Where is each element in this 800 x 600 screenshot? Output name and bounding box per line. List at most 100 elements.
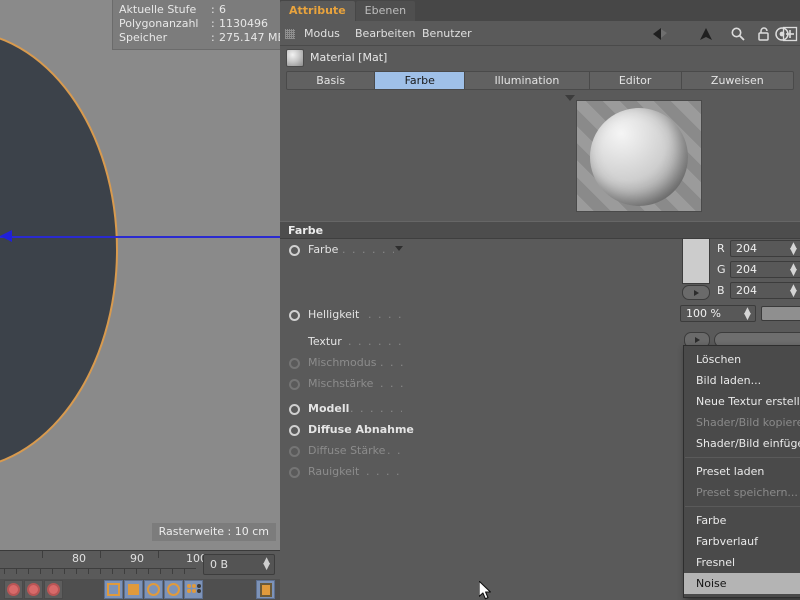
animate-knob-icon[interactable]: [289, 245, 300, 256]
menu-item-fresnel[interactable]: Fresnel: [684, 552, 800, 573]
info-key: Speicher: [119, 31, 168, 44]
search-icon[interactable]: [730, 26, 746, 42]
material-preview-canvas[interactable]: [576, 100, 702, 212]
color-picker-button[interactable]: [682, 285, 710, 300]
tab-ebenen[interactable]: Ebenen: [355, 1, 416, 21]
menu-item-shader-bild-einfuegen[interactable]: Shader/Bild einfügen: [684, 433, 800, 454]
move-tool-icon[interactable]: [104, 580, 123, 599]
material-header: Material [Mat]: [280, 47, 800, 69]
channel-label-r: R: [717, 242, 725, 255]
texture-context-menu[interactable]: Löschen Bild laden... Neue Textur erstel…: [683, 345, 800, 598]
bottom-toolbar[interactable]: [0, 579, 280, 600]
plus-icon[interactable]: [782, 26, 798, 42]
label-dots: . . . . . . . . .: [350, 402, 402, 415]
tab-zuweisen[interactable]: Zuweisen: [681, 72, 793, 89]
tab-farbe[interactable]: Farbe: [375, 72, 466, 89]
render-view-icon[interactable]: [256, 580, 275, 599]
back-arrow-icon[interactable]: [652, 26, 668, 42]
info-sep: :: [211, 3, 215, 16]
info-value: 6: [219, 3, 226, 16]
collapse-caret-icon[interactable]: [565, 95, 575, 101]
menu-item-farbe[interactable]: Farbe: [684, 510, 800, 531]
animate-knob-icon[interactable]: [289, 379, 300, 390]
page-title: Material [Mat]: [310, 51, 388, 64]
label-diffuse-staerke: Diffuse Stärke: [308, 444, 386, 457]
label-dots: . . . . . . . .: [342, 243, 394, 256]
tab-basis[interactable]: Basis: [287, 72, 376, 89]
help-icon[interactable]: [44, 580, 63, 599]
drag-grip-icon[interactable]: [285, 29, 295, 39]
label-mischstaerke: Mischstärke: [308, 377, 374, 390]
spinner-icon[interactable]: ▲ ▼: [790, 242, 797, 257]
label-diffuse-abnahme: Diffuse Abnahme: [308, 423, 414, 436]
points-mode-icon[interactable]: [184, 580, 203, 599]
label-mischmodus: Mischmodus: [308, 356, 377, 369]
info-row: Polygonanzahl : 1130496: [119, 17, 280, 31]
up-arrow-icon[interactable]: [698, 26, 714, 42]
grid-spacing-label: Rasterweite : 10 cm: [151, 523, 276, 541]
menu-item-preset-laden-label: Preset laden: [696, 465, 765, 478]
channel-value-b: 204: [736, 284, 757, 297]
spinner-icon[interactable]: ▲ ▼: [790, 263, 797, 278]
menu-item-farbverlauf[interactable]: Farbverlauf: [684, 531, 800, 552]
animate-knob-icon[interactable]: [289, 425, 300, 436]
menu-item-preset-laden[interactable]: Preset laden: [684, 461, 800, 482]
menu-item-loeschen[interactable]: Löschen: [684, 349, 800, 370]
menu-bearbeiten[interactable]: Bearbeiten: [355, 26, 415, 41]
info-key: Aktuelle Stufe: [119, 3, 197, 16]
spinner-icon[interactable]: ▲ ▼: [790, 284, 797, 299]
animate-knob-icon[interactable]: [289, 310, 300, 321]
scale-tool-icon[interactable]: [124, 580, 143, 599]
channel-value-g: 204: [736, 263, 757, 276]
render-tool-icon[interactable]: [164, 580, 183, 599]
tab-editor[interactable]: Editor: [589, 72, 682, 89]
frame-field-value: 0 B: [210, 558, 229, 571]
chevron-down-icon[interactable]: [395, 246, 403, 251]
material-tabstrip[interactable]: Basis Farbe Illumination Editor Zuweisen: [286, 71, 794, 90]
timeline-strip[interactable]: 80 90 100 0 B ▲ ▼: [0, 551, 280, 579]
animate-knob-icon[interactable]: [289, 358, 300, 369]
info-key: Polygonanzahl: [119, 17, 199, 30]
viewport-sphere-object[interactable]: [0, 30, 118, 470]
animate-knob-icon[interactable]: [289, 404, 300, 415]
label-textur: Textur: [308, 335, 342, 348]
timeline-ruler[interactable]: 80 90 100: [0, 551, 207, 579]
animate-knob-icon[interactable]: [289, 446, 300, 457]
brightness-input[interactable]: 100 % ▲ ▼: [680, 305, 756, 322]
menu-benutzer[interactable]: Benutzer: [422, 26, 472, 41]
menu-item-neue-textur-erstellen[interactable]: Neue Textur erstellen...: [684, 391, 800, 412]
spinner-icon[interactable]: ▲ ▼: [744, 307, 751, 322]
attribute-menubar[interactable]: Modus Bearbeiten Benutzer: [280, 21, 800, 46]
channel-input-r[interactable]: 204 ▲ ▼: [730, 240, 800, 257]
color-swatch[interactable]: [682, 238, 710, 284]
rotate-tool-icon[interactable]: [144, 580, 163, 599]
menu-modus[interactable]: Modus: [304, 26, 340, 41]
menu-separator: [685, 506, 800, 507]
menu-item-preset-speichern: Preset speichern...: [696, 486, 798, 499]
animate-knob-icon[interactable]: [289, 467, 300, 478]
menu-item-bild-laden[interactable]: Bild laden...: [684, 370, 800, 391]
tab-illumination[interactable]: Illumination: [465, 72, 590, 89]
lock-icon[interactable]: [756, 26, 772, 42]
channel-label-g: G: [717, 263, 726, 276]
spinner-icon[interactable]: ▲ ▼: [263, 557, 270, 572]
label-dots: . . .: [387, 444, 405, 457]
material-sphere-icon[interactable]: [286, 49, 304, 67]
menu-separator: [685, 457, 800, 458]
brightness-slider[interactable]: [761, 306, 800, 321]
menu-item-noise[interactable]: Noise: [684, 573, 800, 594]
info-sep: :: [211, 31, 215, 44]
frame-field[interactable]: 0 B ▲ ▼: [203, 554, 275, 575]
channel-input-b[interactable]: 204 ▲ ▼: [730, 282, 800, 299]
attribute-manager-tabstrip[interactable]: Attribute Ebenen: [280, 0, 800, 21]
viewport[interactable]: Aktuelle Stufe : 6 Polygonanzahl : 11304…: [0, 0, 280, 551]
channel-input-g[interactable]: 204 ▲ ▼: [730, 261, 800, 278]
material-preview[interactable]: [565, 95, 710, 217]
label-helligkeit: Helligkeit: [308, 308, 360, 321]
label-farbe: Farbe: [308, 243, 339, 256]
tab-attribute[interactable]: Attribute: [280, 1, 355, 21]
channel-label-b: B: [717, 284, 725, 297]
undo-icon[interactable]: [4, 580, 23, 599]
redo-icon[interactable]: [24, 580, 43, 599]
section-header-farbe: Farbe: [280, 221, 800, 239]
